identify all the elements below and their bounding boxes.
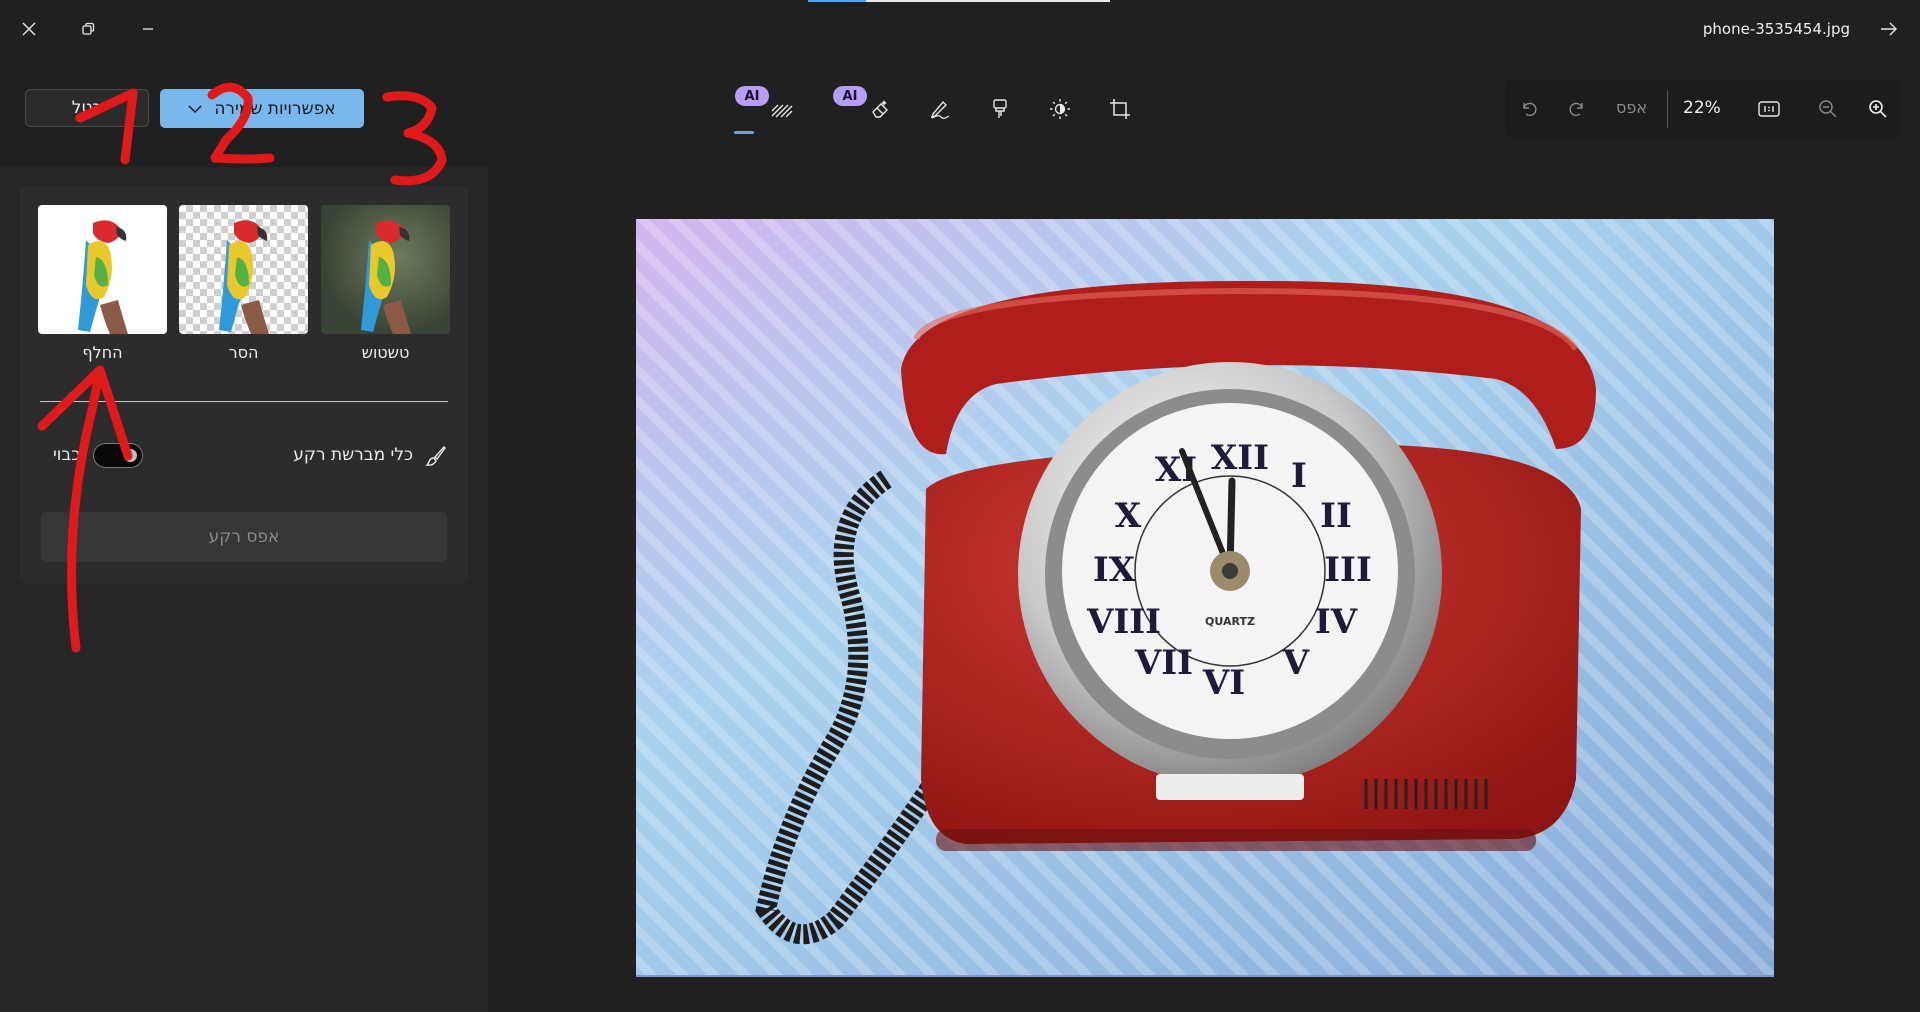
arrow-right-icon bbox=[1880, 22, 1898, 36]
crop-tool[interactable] bbox=[1100, 90, 1140, 128]
selected-tool-indicator bbox=[734, 131, 754, 134]
crop-icon bbox=[1109, 98, 1131, 120]
svg-text:IX: IX bbox=[1093, 550, 1136, 590]
background-tool[interactable] bbox=[762, 90, 802, 128]
undo-button[interactable] bbox=[1516, 94, 1542, 124]
background-icon bbox=[770, 99, 794, 119]
canvas-bottom-edge bbox=[636, 975, 1774, 977]
title-progress-line bbox=[808, 0, 1110, 2]
erase-tool[interactable] bbox=[860, 90, 900, 128]
image-canvas[interactable]: XII I II III IV V VI VII VIII IX X XI QU… bbox=[636, 219, 1774, 977]
svg-text:VIII: VIII bbox=[1086, 602, 1161, 642]
svg-text:V: V bbox=[1282, 643, 1310, 683]
svg-text:II: II bbox=[1320, 496, 1352, 536]
zoom-out-button[interactable] bbox=[1815, 94, 1841, 124]
svg-text:X: X bbox=[1115, 496, 1142, 536]
eraser-icon bbox=[869, 98, 891, 120]
svg-text:QUARTZ: QUARTZ bbox=[1205, 615, 1255, 628]
zoom-separator bbox=[1667, 90, 1668, 128]
redo-icon bbox=[1568, 100, 1586, 118]
markup-tool[interactable] bbox=[920, 90, 960, 128]
svg-text:IV: IV bbox=[1315, 602, 1358, 642]
file-name: phone-3535454.jpg bbox=[1702, 20, 1850, 38]
zoom-in-button[interactable] bbox=[1865, 94, 1891, 124]
filter-icon bbox=[991, 98, 1009, 120]
zoom-out-icon bbox=[1818, 99, 1838, 119]
zoom-value[interactable]: 22% bbox=[1683, 98, 1721, 118]
redo-button[interactable] bbox=[1564, 94, 1590, 124]
next-image-button[interactable] bbox=[1872, 13, 1906, 45]
pen-icon bbox=[929, 98, 951, 120]
zoom-in-icon bbox=[1868, 99, 1888, 119]
actual-size-icon bbox=[1758, 101, 1780, 117]
svg-text:VI: VI bbox=[1202, 663, 1245, 703]
red-annotations bbox=[0, 0, 500, 680]
svg-text:VII: VII bbox=[1134, 643, 1193, 683]
brightness-icon bbox=[1049, 98, 1071, 120]
svg-text:XII: XII bbox=[1211, 438, 1269, 478]
adjust-tool[interactable] bbox=[1040, 90, 1080, 128]
svg-text:I: I bbox=[1291, 456, 1307, 496]
reset-zoom-button[interactable]: אפס bbox=[1616, 98, 1647, 117]
actual-size-button[interactable] bbox=[1756, 94, 1782, 124]
undo-icon bbox=[1520, 100, 1538, 118]
filter-tool[interactable] bbox=[980, 90, 1020, 128]
svg-text:III: III bbox=[1324, 550, 1372, 590]
